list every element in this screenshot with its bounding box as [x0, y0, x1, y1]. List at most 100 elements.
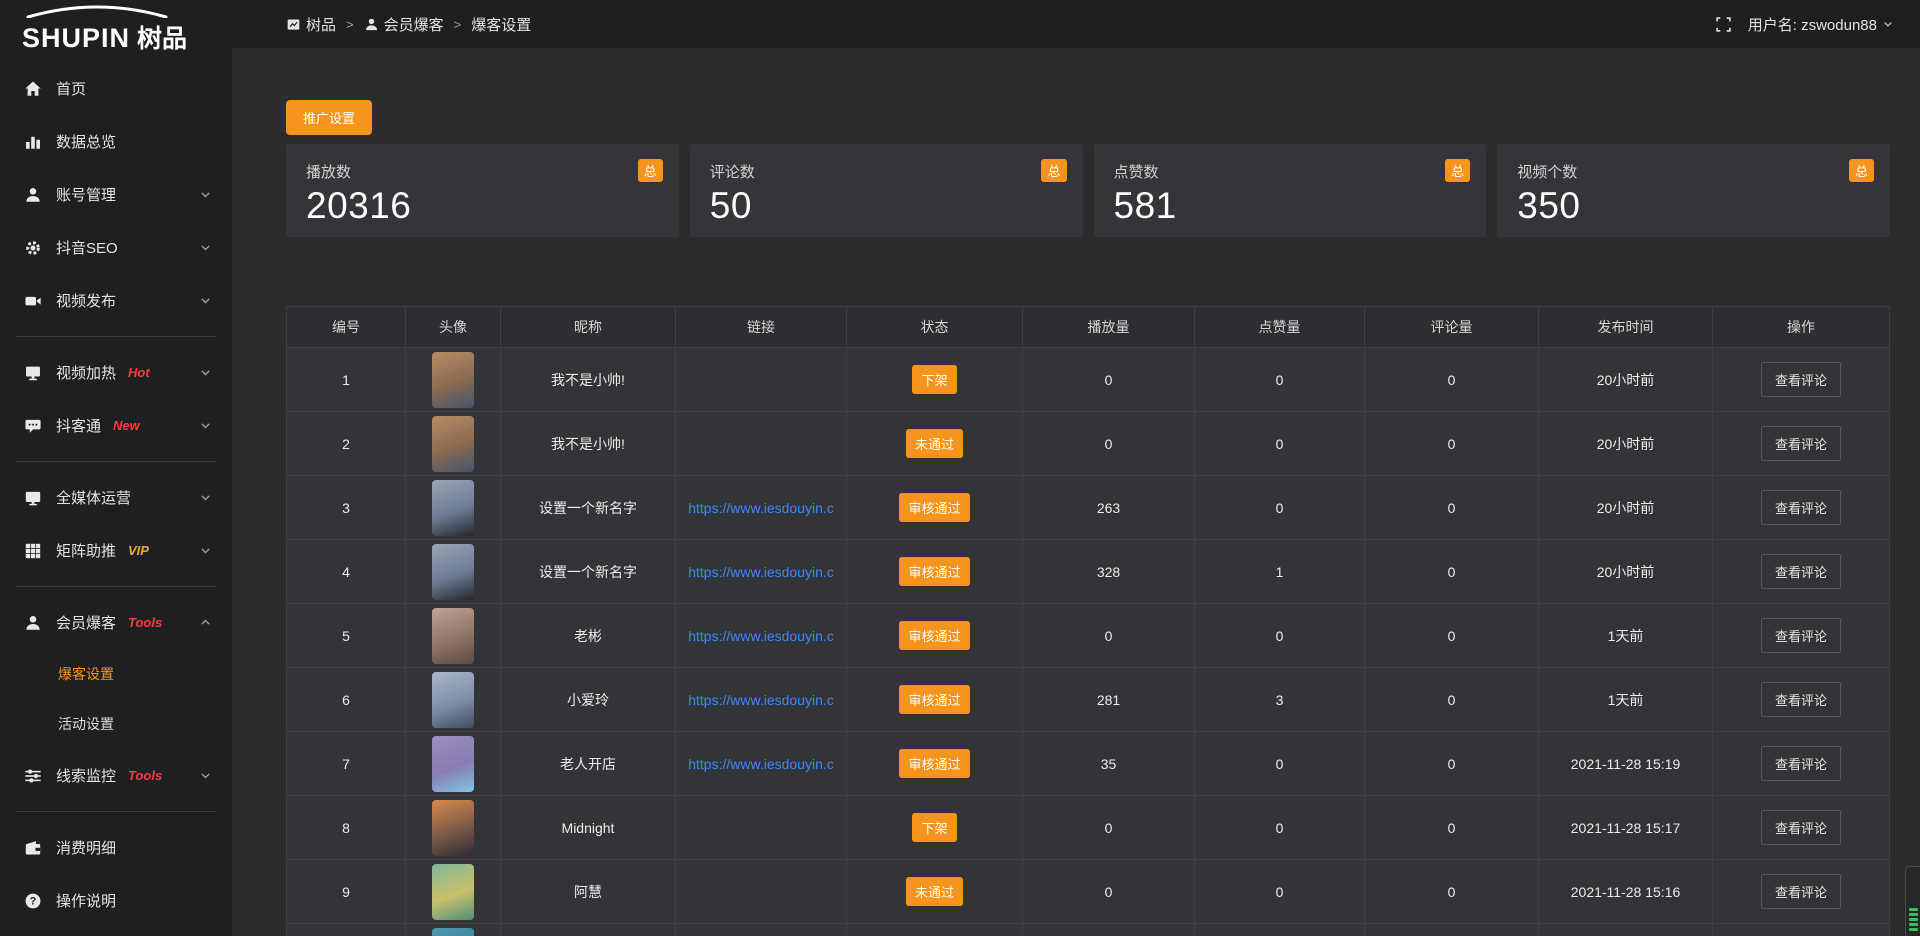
sidebar-item[interactable]: 线索监控Tools [0, 749, 232, 802]
comments-cell: 0 [1365, 540, 1539, 603]
plays-value: 281 [1097, 692, 1120, 708]
table-header: 编号头像昵称链接状态播放量点赞量评论量发布时间操作 [287, 307, 1889, 347]
view-comments-button[interactable]: 查看评论 [1761, 618, 1841, 653]
status-badge[interactable]: 未通过 [906, 429, 963, 458]
sidebar-item-badge: Hot [128, 365, 150, 380]
likes-cell: 0 [1195, 412, 1365, 475]
action-cell: 查看评论 [1713, 796, 1889, 859]
sidebar-item[interactable]: 矩阵助推VIP [0, 524, 232, 577]
sidebar-item-badge: New [113, 418, 140, 433]
row-index-cell: 3 [287, 476, 406, 539]
view-comments-button[interactable]: 查看评论 [1761, 362, 1841, 397]
plays-cell: 0 [1023, 412, 1195, 475]
breadcrumb-item[interactable]: 树品 [286, 14, 336, 35]
sidebar-divider [16, 586, 216, 587]
view-comments-button[interactable]: 查看评论 [1761, 746, 1841, 781]
status-badge[interactable]: 下架 [912, 813, 956, 842]
view-comments-button[interactable]: 查看评论 [1761, 490, 1841, 525]
sidebar-item-label: 抖客通 [56, 415, 101, 436]
row-index-cell: 4 [287, 540, 406, 603]
comments-value: 0 [1448, 756, 1456, 772]
status-badge[interactable]: 审核通过 [899, 749, 969, 778]
view-comments-button[interactable]: 查看评论 [1761, 810, 1841, 845]
avatar-cell [406, 348, 501, 411]
status-badge[interactable]: 下架 [912, 365, 956, 394]
likes-value: 3 [1276, 692, 1284, 708]
status-badge[interactable]: 审核通过 [899, 621, 969, 650]
video-link[interactable]: https://www.iesdouyin.c [688, 564, 834, 580]
main-area: 树品>会员爆客>爆客设置 用户名: zswodun88 推广设置 播放数2031… [232, 0, 1920, 936]
sidebar-item[interactable]: 消费明细 [0, 821, 232, 874]
view-comments-button[interactable]: 查看评论 [1761, 554, 1841, 589]
chevron-down-icon [199, 294, 212, 307]
status-badge[interactable]: 未通过 [906, 877, 963, 906]
comments-cell: 0 [1365, 604, 1539, 667]
plays-cell: 0 [1023, 796, 1195, 859]
nickname-cell: 老彬 [501, 604, 676, 667]
sidebar-item[interactable]: 首页 [0, 62, 232, 115]
status-cell: 下架 [847, 348, 1023, 411]
time-cell: 20小时前 [1539, 348, 1713, 411]
sidebar-item[interactable]: 视频发布 [0, 274, 232, 327]
row-index: 3 [342, 500, 350, 516]
avatar-cell [406, 732, 501, 795]
sidebar-item[interactable]: 账号管理 [0, 168, 232, 221]
avatar [432, 672, 474, 728]
content: 推广设置 播放数20316总评论数50总点赞数581总视频个数350总 编号头像… [232, 48, 1920, 936]
row-index-cell: 2 [287, 412, 406, 475]
green-bar [1909, 918, 1918, 921]
svg-text:?: ? [30, 895, 37, 907]
sidebar-item[interactable]: 会员爆客Tools [0, 596, 232, 649]
sidebar-item-label: 视频加热 [56, 362, 116, 383]
column-header: 链接 [676, 307, 847, 347]
column-header: 昵称 [501, 307, 676, 347]
app: SHUPIN 树品 首页数据总览账号管理抖音SEO 视频发布视频加热 Hot 抖客通 N… [0, 0, 1920, 936]
likes-value: 0 [1276, 820, 1284, 836]
user-dropdown[interactable]: 用户名: zswodun88 [1748, 14, 1894, 35]
sidebar-item[interactable]: 全媒体运营 [0, 471, 232, 524]
sidebar-item[interactable]: ?操作说明 [0, 874, 232, 927]
view-comments-button[interactable]: 查看评论 [1761, 426, 1841, 461]
sidebar-subitem[interactable]: 爆客设置 [0, 649, 232, 699]
sidebar-item[interactable]: 抖音SEO [0, 221, 232, 274]
avatar-cell [406, 540, 501, 603]
avatar-cell [406, 476, 501, 539]
sidebar-item[interactable]: 视频加热 Hot [0, 346, 232, 399]
breadcrumb-item[interactable]: 爆客设置 [471, 14, 531, 35]
likes-cell: 1 [1195, 540, 1365, 603]
action-cell: 查看评论 [1713, 540, 1889, 603]
sidebar-subitem[interactable]: 活动设置 [0, 699, 232, 749]
view-comments-button[interactable]: 查看评论 [1761, 682, 1841, 717]
view-comments-button[interactable]: 查看评论 [1761, 874, 1841, 909]
user-icon [364, 17, 379, 32]
promote-settings-button[interactable]: 推广设置 [286, 100, 372, 135]
status-badge[interactable]: 审核通过 [899, 493, 969, 522]
table-row: 2我不是小帅!未通过00020小时前查看评论 [287, 411, 1889, 475]
sidebar-item-label: 抖音SEO [56, 237, 118, 258]
overlay-widget[interactable] [1905, 866, 1920, 936]
video-link[interactable]: https://www.iesdouyin.c [688, 628, 834, 644]
table-row: 3设置一个新名字https://www.iesdouyin.c审核通过26300… [287, 475, 1889, 539]
sidebar-item-label: 全媒体运营 [56, 487, 131, 508]
video-link[interactable]: https://www.iesdouyin.c [688, 692, 834, 708]
time-cell: 2021-11-28 15:16 [1539, 860, 1713, 923]
row-index-cell: 5 [287, 604, 406, 667]
logo[interactable]: SHUPIN 树品 [0, 0, 232, 52]
sidebar-item[interactable]: 抖客通 New [0, 399, 232, 452]
video-link[interactable]: https://www.iesdouyin.c [688, 500, 834, 516]
comments-value: 0 [1448, 692, 1456, 708]
total-badge: 总 [1849, 159, 1874, 182]
status-badge[interactable]: 审核通过 [899, 557, 969, 586]
sidebar-item[interactable]: 数据总览 [0, 115, 232, 168]
question-icon: ? [24, 892, 42, 910]
user-icon [24, 614, 42, 632]
comments-value: 0 [1448, 628, 1456, 644]
breadcrumb-item[interactable]: 会员爆客 [364, 14, 444, 35]
stat-card: 播放数20316总 [286, 144, 679, 237]
fullscreen-icon[interactable] [1715, 16, 1732, 33]
row-index: 1 [342, 372, 350, 388]
status-badge[interactable]: 审核通过 [899, 685, 969, 714]
link-cell [676, 412, 847, 475]
topbar-right: 用户名: zswodun88 [1715, 14, 1894, 35]
video-link[interactable]: https://www.iesdouyin.c [688, 756, 834, 772]
